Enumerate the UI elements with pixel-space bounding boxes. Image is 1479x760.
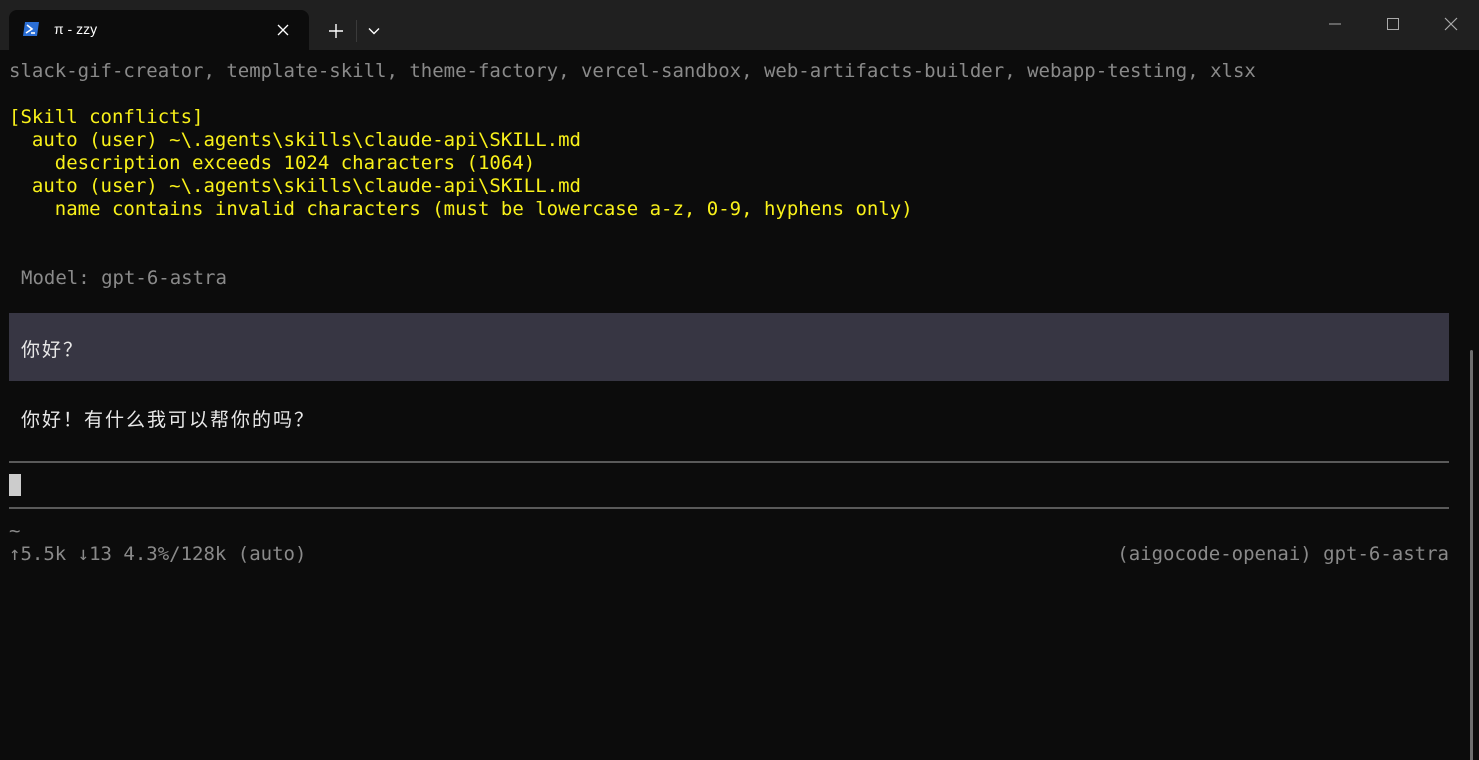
powershell-icon xyxy=(23,22,39,36)
minimize-icon xyxy=(1329,23,1341,25)
assistant-reply: 你好！有什么我可以帮你的吗？ xyxy=(21,409,316,431)
skills-list-line: slack-gif-creator, template-skill, theme… xyxy=(9,60,1256,82)
skill-conflicts-header: [Skill conflicts] xyxy=(9,106,204,128)
maximize-icon xyxy=(1387,18,1399,30)
provider-model: (aigocode-openai) gpt-6-astra xyxy=(1117,543,1449,565)
maximize-button[interactable] xyxy=(1364,0,1422,48)
window-close-button[interactable] xyxy=(1422,0,1479,48)
plus-icon xyxy=(329,24,343,38)
token-stats: ↑5.5k ↓13 4.3%/128k (auto) xyxy=(9,543,307,565)
terminal-window: π - zzy slack-gif-creator, template-skil… xyxy=(0,0,1479,760)
input-bottom-divider xyxy=(9,507,1449,509)
chevron-down-icon xyxy=(368,28,380,35)
user-message-text: 你好？ xyxy=(21,339,85,361)
minimize-button[interactable] xyxy=(1306,0,1364,48)
tab-close-button[interactable] xyxy=(273,20,293,40)
tab-title: π - zzy xyxy=(54,21,98,37)
tab-dropdown-button[interactable] xyxy=(362,19,386,43)
tab-active[interactable]: π - zzy xyxy=(9,10,309,50)
terminal-output[interactable]: slack-gif-creator, template-skill, theme… xyxy=(0,50,1479,760)
new-tab-button[interactable] xyxy=(322,17,350,45)
conflict-detail: name contains invalid characters (must b… xyxy=(9,198,913,220)
cwd-line: ~ xyxy=(9,520,21,542)
input-top-divider xyxy=(9,461,1449,463)
model-line: Model: gpt-6-astra xyxy=(21,267,227,289)
tab-divider xyxy=(356,20,357,42)
close-icon xyxy=(277,24,289,36)
input-cursor[interactable] xyxy=(9,474,21,496)
scrollbar[interactable] xyxy=(1470,350,1473,760)
close-icon xyxy=(1444,17,1458,31)
conflict-detail: description exceeds 1024 characters (106… xyxy=(9,152,536,174)
title-bar: π - zzy xyxy=(0,0,1479,50)
conflict-path: auto (user) ~\.agents\skills\claude-api\… xyxy=(9,175,581,197)
conflict-path: auto (user) ~\.agents\skills\claude-api\… xyxy=(9,129,581,151)
user-message: 你好？ xyxy=(9,313,1449,381)
